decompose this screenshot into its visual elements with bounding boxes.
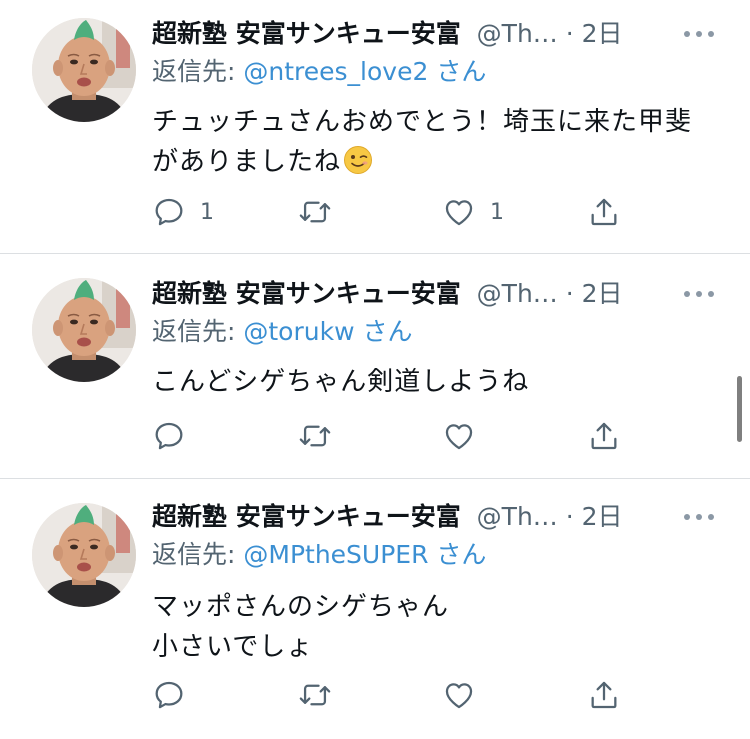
tweet-text-content: チュッチュさんおめでとう！埼玉に来た甲斐 がありましたね bbox=[152, 107, 693, 177]
tweet[interactable]: 超新塾 安富サンキュー安富 @Th… · 2日 返信先: @torukw さん … bbox=[0, 254, 750, 478]
speech-bubble-icon bbox=[152, 195, 186, 229]
avatar[interactable] bbox=[32, 503, 136, 607]
separator-dot: · bbox=[565, 19, 574, 48]
more-options-button[interactable] bbox=[684, 505, 714, 529]
retweet-button[interactable] bbox=[298, 416, 346, 456]
more-dot-icon bbox=[708, 514, 714, 520]
timestamp[interactable]: 2日 bbox=[582, 279, 623, 308]
author-name[interactable]: 超新塾 安富サンキュー安富 bbox=[152, 279, 461, 308]
tweet-text: マッポさんのシゲちゃん 小さいでしょ bbox=[152, 587, 727, 667]
retweet-button[interactable] bbox=[298, 192, 346, 232]
replying-to: 返信先: @MPtheSUPER さん bbox=[152, 537, 486, 573]
replying-to-label: 返信先: bbox=[152, 540, 244, 569]
author-handle[interactable]: @Th… bbox=[477, 502, 558, 531]
winking-face-icon bbox=[343, 145, 373, 175]
mention-link[interactable]: @ntrees_love2 bbox=[243, 57, 428, 86]
share-upload-icon bbox=[587, 419, 621, 453]
separator-dot: · bbox=[565, 502, 574, 531]
more-options-button[interactable] bbox=[684, 282, 714, 306]
author-name[interactable]: 超新塾 安富サンキュー安富 bbox=[152, 502, 461, 531]
retweet-arrows-icon bbox=[298, 678, 332, 712]
tweet[interactable]: 超新塾 安富サンキュー安富 @Th… · 2日 返信先: @ntrees_lov… bbox=[0, 0, 750, 253]
share-upload-icon bbox=[587, 678, 621, 712]
tweet-text: チュッチュさんおめでとう！埼玉に来た甲斐 がありましたね bbox=[152, 102, 727, 182]
tweet-text: こんどシゲちゃん剣道しようね bbox=[152, 362, 727, 402]
speech-bubble-icon bbox=[152, 678, 186, 712]
share-button[interactable] bbox=[587, 675, 621, 715]
replying-to: 返信先: @torukw さん bbox=[152, 314, 412, 350]
retweet-button[interactable] bbox=[298, 675, 346, 715]
heart-outline-icon bbox=[442, 419, 476, 453]
like-button[interactable]: 1 bbox=[442, 192, 504, 232]
like-count: 1 bbox=[490, 199, 504, 225]
author-handle[interactable]: @Th… bbox=[477, 19, 558, 48]
avatar-image bbox=[32, 278, 136, 382]
mention-link[interactable]: @MPtheSUPER bbox=[243, 540, 428, 569]
avatar-image bbox=[32, 503, 136, 607]
like-button[interactable] bbox=[442, 675, 490, 715]
more-dot-icon bbox=[684, 291, 690, 297]
replying-to: 返信先: @ntrees_love2 さん bbox=[152, 54, 486, 90]
avatar[interactable] bbox=[32, 278, 136, 382]
avatar-image bbox=[32, 18, 136, 122]
avatar[interactable] bbox=[32, 18, 136, 122]
mention-suffix[interactable]: さん bbox=[428, 57, 486, 86]
action-bar bbox=[152, 675, 632, 715]
author-name[interactable]: 超新塾 安富サンキュー安富 bbox=[152, 19, 461, 48]
timestamp[interactable]: 2日 bbox=[582, 502, 623, 531]
more-dot-icon bbox=[696, 514, 702, 520]
more-dot-icon bbox=[684, 31, 690, 37]
mention-suffix[interactable]: さん bbox=[428, 540, 486, 569]
tweet[interactable]: 超新塾 安富サンキュー安富 @Th… · 2日 返信先: @MPtheSUPER… bbox=[0, 479, 750, 739]
like-button[interactable] bbox=[442, 416, 490, 456]
retweet-arrows-icon bbox=[298, 419, 332, 453]
scrollbar-thumb[interactable] bbox=[737, 376, 742, 442]
more-dot-icon bbox=[696, 31, 702, 37]
tweet-header: 超新塾 安富サンキュー安富 @Th… · 2日 bbox=[152, 497, 623, 537]
timestamp[interactable]: 2日 bbox=[582, 19, 623, 48]
more-dot-icon bbox=[708, 291, 714, 297]
share-button[interactable] bbox=[587, 416, 621, 456]
tweet-text-content: マッポさんのシゲちゃん 小さいでしょ bbox=[152, 592, 450, 662]
reply-count: 1 bbox=[200, 199, 214, 225]
author-handle[interactable]: @Th… bbox=[477, 279, 558, 308]
replying-to-label: 返信先: bbox=[152, 57, 244, 86]
replying-to-label: 返信先: bbox=[152, 317, 244, 346]
share-upload-icon bbox=[587, 195, 621, 229]
reply-button[interactable]: 1 bbox=[152, 192, 214, 232]
mention-suffix[interactable]: さん bbox=[355, 317, 412, 346]
more-dot-icon bbox=[696, 291, 702, 297]
reply-button[interactable] bbox=[152, 675, 200, 715]
share-button[interactable] bbox=[587, 192, 621, 232]
action-bar bbox=[152, 416, 632, 456]
separator-dot: · bbox=[565, 279, 574, 308]
tweet-text-content: こんどシゲちゃん剣道しようね bbox=[152, 367, 530, 397]
tweet-header: 超新塾 安富サンキュー安富 @Th… · 2日 bbox=[152, 14, 623, 54]
tweet-header: 超新塾 安富サンキュー安富 @Th… · 2日 bbox=[152, 274, 623, 314]
more-dot-icon bbox=[684, 514, 690, 520]
speech-bubble-icon bbox=[152, 419, 186, 453]
retweet-arrows-icon bbox=[298, 195, 332, 229]
reply-button[interactable] bbox=[152, 416, 200, 456]
more-options-button[interactable] bbox=[684, 22, 714, 46]
more-dot-icon bbox=[708, 31, 714, 37]
heart-outline-icon bbox=[442, 678, 476, 712]
mention-link[interactable]: @torukw bbox=[243, 317, 354, 346]
heart-outline-icon bbox=[442, 195, 476, 229]
action-bar: 1 1 bbox=[152, 192, 632, 232]
